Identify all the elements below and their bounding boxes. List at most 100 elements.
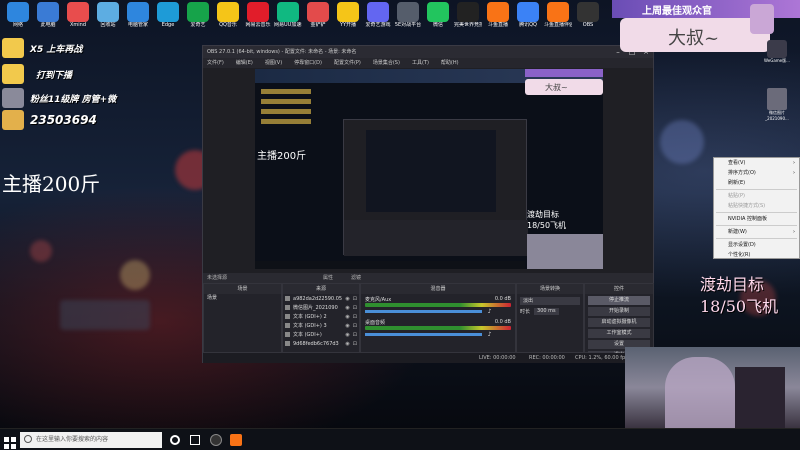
context-menu-item[interactable]: 刷新(E) <box>714 178 799 188</box>
lock-icon[interactable]: ⊡ <box>353 296 357 302</box>
obs-preview[interactable]: 大叔~ 主播200斤 渡劫目标 18/50飞机 <box>255 69 603 269</box>
windows-logo-icon <box>4 437 16 449</box>
transition-select[interactable]: 淡出 <box>520 297 580 305</box>
desktop-icon-label: OBS <box>582 22 594 28</box>
obs-menu-item[interactable]: 视图(V) <box>265 58 282 68</box>
app-icon <box>367 2 389 22</box>
desktop-icon[interactable]: 回收站 <box>94 2 122 32</box>
context-menu-item[interactable]: 查看(V) › <box>714 158 799 168</box>
source-item[interactable]: 文本 (GDI+) 3 ◉ ⊡ <box>283 321 359 330</box>
obs-menu-item[interactable]: 文件(F) <box>207 58 224 68</box>
volume-slider[interactable] <box>365 310 482 313</box>
control-button[interactable]: 停止推流 <box>588 296 650 305</box>
lock-icon[interactable]: ⊡ <box>353 341 357 347</box>
visibility-eye-icon[interactable]: ◉ <box>345 296 349 302</box>
overlay-row-2: 打到下播 <box>2 64 72 84</box>
obs-menu-item[interactable]: 场景集合(S) <box>373 58 400 68</box>
obs-titlebar[interactable]: OBS 27.0.1 (64-bit, windows) - 配置文件: 未命名… <box>203 46 653 58</box>
cortana-icon[interactable] <box>170 435 180 445</box>
app-icon <box>337 2 359 22</box>
desktop-icon[interactable]: Edge <box>154 2 182 32</box>
context-menu-item[interactable]: 显示设置(D) <box>714 240 799 250</box>
nested-preview <box>366 130 496 212</box>
desktop-icon[interactable]: 微信 <box>424 2 452 32</box>
status-cpu: CPU: 1.2%, 60.00 fps <box>575 355 628 361</box>
mixer-channel: 桌面音频 0.0 dB ♪ <box>361 317 515 340</box>
desktop-icon-label: 腾讯QQ <box>519 22 537 28</box>
taskbar-search-input[interactable]: 在这里输入你要搜索的内容 <box>20 432 162 448</box>
desktop-icon[interactable]: 爱奇艺 <box>184 2 212 32</box>
overlay-row-3: 粉丝11级牌 房管+微 <box>2 88 116 108</box>
bokeh-light <box>30 240 52 262</box>
desktop-icon[interactable]: YY开播 <box>334 2 362 32</box>
speaker-icon[interactable]: ♪ <box>488 331 492 338</box>
taskbar-douyu-icon[interactable] <box>230 434 242 446</box>
desktop-icon[interactable]: 腾讯QQ <box>514 2 542 32</box>
control-button[interactable]: 开始录制 <box>588 307 650 316</box>
visibility-eye-icon[interactable]: ◉ <box>345 305 349 311</box>
sources-dock: 来源 a982da2d22590.05 ◉ ⊡ 微信图片_2021090 ◉ ⊡ 文本 (G… <box>282 283 360 353</box>
context-menu-item[interactable]: 排序方式(O) › <box>714 168 799 178</box>
desktop-icon-label: QQ音乐 <box>219 22 237 28</box>
lock-icon[interactable]: ⊡ <box>353 323 357 329</box>
properties-button[interactable]: 属性 <box>323 273 333 283</box>
desktop-icon[interactable]: OBS <box>574 2 602 32</box>
desktop-icon[interactable]: 斗鱼直播伴侣 <box>544 2 572 32</box>
desktop-context-menu[interactable]: 查看(V) › 排序方式(O) › 刷新(E) 粘贴(P) 粘贴快捷方式(S) NVIDIA … <box>713 157 800 259</box>
source-item[interactable]: a982da2d22590.05 ◉ ⊡ <box>283 294 359 303</box>
transition-duration-input[interactable]: 300 ms <box>534 308 559 315</box>
desktop-icon[interactable]: 完美世界竞技平台 <box>454 2 482 32</box>
task-view-icon[interactable] <box>190 435 200 445</box>
lock-icon[interactable]: ⊡ <box>353 305 357 311</box>
visibility-eye-icon[interactable]: ◉ <box>345 323 349 329</box>
source-item[interactable]: 9d68fedb6c767d3 ◉ ⊡ <box>283 339 359 348</box>
preview-bubble-text: 大叔~ <box>545 83 568 92</box>
speaker-icon[interactable]: ♪ <box>488 308 492 315</box>
chevron-right-icon: › <box>793 170 795 176</box>
obs-menu-item[interactable]: 帮助(H) <box>441 58 459 68</box>
right-desktop-icon-1[interactable]: WeGame版... <box>760 40 794 64</box>
scene-item[interactable]: 场景 <box>204 294 281 302</box>
source-item[interactable]: 文本 (GDI+) ◉ ⊡ <box>283 330 359 339</box>
lock-icon[interactable]: ⊡ <box>353 314 357 320</box>
desktop-icon[interactable]: Xmind <box>64 2 92 32</box>
taskbar-obs-icon[interactable] <box>210 434 222 446</box>
filters-button[interactable]: 滤镜 <box>351 273 361 283</box>
banner-text: 上周最佳观众官 <box>642 6 712 17</box>
desktop-icon[interactable]: 金铲铲 <box>304 2 332 32</box>
desktop-icon[interactable]: 5E对战平台 <box>394 2 422 32</box>
context-menu-item[interactable]: 个性化(R) <box>714 250 799 260</box>
obs-menu-item[interactable]: 工具(T) <box>412 58 429 68</box>
control-button[interactable]: 启动虚拟摄像机 <box>588 318 650 327</box>
desktop-icon[interactable]: 斗鱼直播 <box>484 2 512 32</box>
obs-menu-item[interactable]: 编辑(E) <box>236 58 253 68</box>
chevron-right-icon: › <box>793 160 795 166</box>
desktop-icon[interactable]: 此电脑 <box>34 2 62 32</box>
control-button[interactable]: 工作室模式 <box>588 329 650 338</box>
context-menu-item[interactable]: NVIDIA 控制面板 <box>714 214 799 224</box>
desktop-icon[interactable]: 网易UU加速器 <box>274 2 302 32</box>
desktop-icon[interactable]: 网易云音乐 <box>244 2 272 32</box>
desktop-icon[interactable]: 电脑管家 <box>124 2 152 32</box>
source-item[interactable]: 微信图片_2021090 ◉ ⊡ <box>283 303 359 312</box>
desktop-icon[interactable]: 网络 <box>4 2 32 32</box>
right-desktop-icon-2[interactable]: 微信图片_2021090... <box>760 88 794 121</box>
desktop-icon-label: 此电脑 <box>40 22 56 28</box>
context-menu-item[interactable]: 新建(W) › <box>714 227 799 237</box>
context-menu-item[interactable]: 粘贴快捷方式(S) <box>714 201 799 211</box>
obs-menu-item[interactable]: 配置文件(P) <box>334 58 361 68</box>
obs-menu-item[interactable]: 停靠窗口(D) <box>294 58 322 68</box>
chat-bubble: 大叔~ <box>620 4 774 52</box>
context-menu-item[interactable]: 粘贴(P) <box>714 191 799 201</box>
visibility-eye-icon[interactable]: ◉ <box>345 332 349 338</box>
source-item[interactable]: 文本 (GDI+) 2 ◉ ⊡ <box>283 312 359 321</box>
context-menu-item-label: 刷新(E) <box>728 180 746 186</box>
desktop-icon[interactable]: QQ音乐 <box>214 2 242 32</box>
desktop-icon[interactable]: 爱奇艺游戏 <box>364 2 392 32</box>
desktop-icon-label: Xmind <box>69 22 87 28</box>
volume-slider[interactable] <box>365 333 482 336</box>
visibility-eye-icon[interactable]: ◉ <box>345 341 349 347</box>
start-button[interactable] <box>4 434 16 449</box>
visibility-eye-icon[interactable]: ◉ <box>345 314 349 320</box>
lock-icon[interactable]: ⊡ <box>353 332 357 338</box>
